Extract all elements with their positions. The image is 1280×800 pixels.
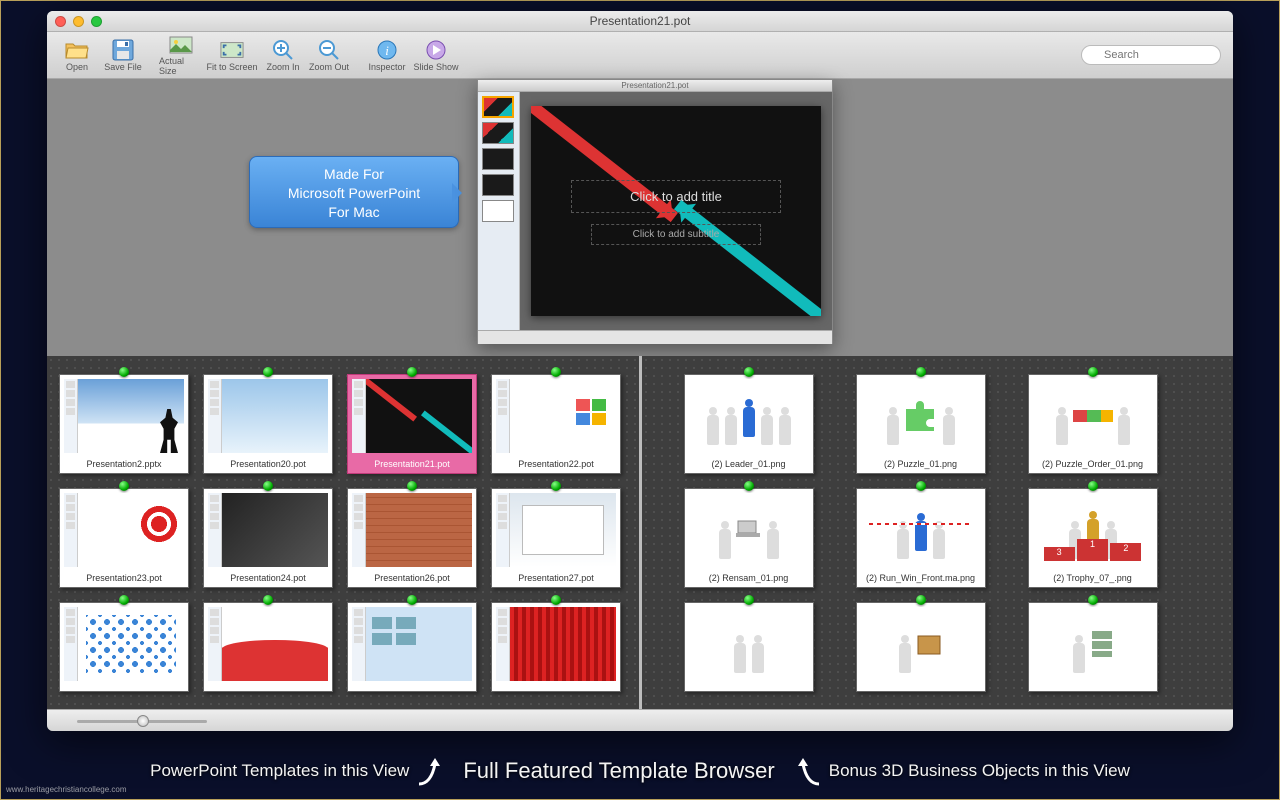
templates-pane[interactable]: Presentation2.pptx Presentation20.pot Pres… — [47, 356, 639, 731]
ppt-mini-titlebar: Presentation21.pot — [478, 80, 832, 92]
fit-screen-icon — [220, 38, 244, 62]
svg-text:i: i — [385, 43, 389, 58]
powerpoint-window: Presentation21.pot Click to add title Cl… — [477, 79, 833, 344]
window-controls — [55, 16, 102, 27]
titlebar: Presentation21.pot — [47, 11, 1233, 32]
zoom-slider[interactable] — [47, 709, 1233, 731]
slide-thumbnails[interactable] — [478, 92, 520, 330]
play-icon — [424, 38, 448, 62]
object-label: (2) Puzzle_01.png — [857, 457, 985, 473]
object-label: (2) Run_Win_Front.ma.png — [857, 571, 985, 587]
minimize-icon[interactable] — [73, 16, 84, 27]
object-label: (2) Trophy_07_.png — [1029, 571, 1157, 587]
subtitle-placeholder[interactable]: Click to add subtitle — [591, 224, 761, 245]
template-browser: Presentation2.pptx Presentation20.pot Pres… — [47, 356, 1233, 731]
object-label — [685, 685, 813, 691]
slide-editor[interactable]: Click to add title Click to add subtitle — [520, 92, 832, 330]
footer-right: Bonus 3D Business Objects in this View — [829, 761, 1130, 781]
template-label — [492, 685, 620, 691]
open-button[interactable]: Open — [55, 34, 99, 76]
object-label: (2) Puzzle_Order_01.png — [1029, 457, 1157, 473]
template-card[interactable]: Presentation23.pot — [59, 488, 189, 588]
window-title: Presentation21.pot — [590, 14, 691, 28]
image-icon — [169, 34, 193, 56]
template-label: Presentation24.pot — [204, 571, 332, 587]
object-card[interactable] — [856, 602, 986, 692]
template-label — [204, 685, 332, 691]
search-input[interactable] — [1081, 45, 1221, 65]
zoom-in-icon — [271, 38, 295, 62]
template-card[interactable]: Presentation21.pot — [347, 374, 477, 474]
zoom-icon[interactable] — [91, 16, 102, 27]
inspector-button[interactable]: i Inspector — [365, 34, 409, 76]
object-label — [857, 685, 985, 691]
marketing-footer: PowerPoint Templates in this View Full F… — [0, 742, 1280, 800]
template-label: Presentation22.pot — [492, 457, 620, 473]
zoom-in-button[interactable]: Zoom In — [261, 34, 305, 76]
object-card[interactable] — [1028, 602, 1158, 692]
footer-left: PowerPoint Templates in this View — [150, 761, 409, 781]
template-label — [348, 685, 476, 691]
object-label: (2) Leader_01.png — [685, 457, 813, 473]
arrow-up-icon — [415, 754, 449, 788]
slideshow-button[interactable]: Slide Show — [411, 34, 461, 76]
template-label: Presentation27.pot — [492, 571, 620, 587]
template-card[interactable]: Presentation2.pptx — [59, 374, 189, 474]
template-card[interactable] — [203, 602, 333, 692]
app-window: Presentation21.pot Open Save File Actual… — [47, 11, 1233, 731]
template-label: Presentation21.pot — [348, 457, 476, 473]
title-placeholder[interactable]: Click to add title — [571, 180, 781, 213]
folder-open-icon — [65, 38, 89, 62]
object-card[interactable]: (2) Puzzle_Order_01.png — [1028, 374, 1158, 474]
template-card[interactable]: Presentation26.pot — [347, 488, 477, 588]
floppy-icon — [111, 38, 135, 62]
arrow-up-icon — [789, 754, 823, 788]
zoom-out-button[interactable]: Zoom Out — [307, 34, 351, 76]
template-card[interactable]: Presentation22.pot — [491, 374, 621, 474]
slider-knob[interactable] — [137, 715, 149, 727]
object-card[interactable]: 312(2) Trophy_07_.png — [1028, 488, 1158, 588]
object-card[interactable]: (2) Puzzle_01.png — [856, 374, 986, 474]
object-label — [1029, 685, 1157, 691]
template-card[interactable] — [347, 602, 477, 692]
toolbar: Open Save File Actual Size Fit to Screen… — [47, 32, 1233, 79]
template-card[interactable] — [491, 602, 621, 692]
object-card[interactable]: (2) Run_Win_Front.ma.png — [856, 488, 986, 588]
object-card[interactable]: (2) Leader_01.png — [684, 374, 814, 474]
objects-pane[interactable]: (2) Leader_01.png (2) Puzzle_01.png (2) Pu… — [639, 356, 1234, 731]
promo-callout: Made For Microsoft PowerPoint For Mac — [249, 156, 459, 228]
object-label: (2) Rensam_01.png — [685, 571, 813, 587]
template-label: Presentation26.pot — [348, 571, 476, 587]
footer-center: Full Featured Template Browser — [455, 758, 782, 784]
fit-screen-button[interactable]: Fit to Screen — [205, 34, 259, 76]
preview-canvas: Made For Microsoft PowerPoint For Mac Pr… — [47, 79, 1233, 356]
watermark: www.heritagechristiancollege.com — [6, 785, 127, 794]
close-icon[interactable] — [55, 16, 66, 27]
template-card[interactable]: Presentation24.pot — [203, 488, 333, 588]
actual-size-button[interactable]: Actual Size — [159, 34, 203, 76]
template-label — [60, 685, 188, 691]
info-icon: i — [375, 38, 399, 62]
template-card[interactable]: Presentation27.pot — [491, 488, 621, 588]
object-card[interactable]: (2) Rensam_01.png — [684, 488, 814, 588]
template-label: Presentation20.pot — [204, 457, 332, 473]
save-button[interactable]: Save File — [101, 34, 145, 76]
zoom-out-icon — [317, 38, 341, 62]
template-card[interactable] — [59, 602, 189, 692]
object-card[interactable] — [684, 602, 814, 692]
template-card[interactable]: Presentation20.pot — [203, 374, 333, 474]
template-label: Presentation23.pot — [60, 571, 188, 587]
template-label: Presentation2.pptx — [60, 457, 188, 473]
